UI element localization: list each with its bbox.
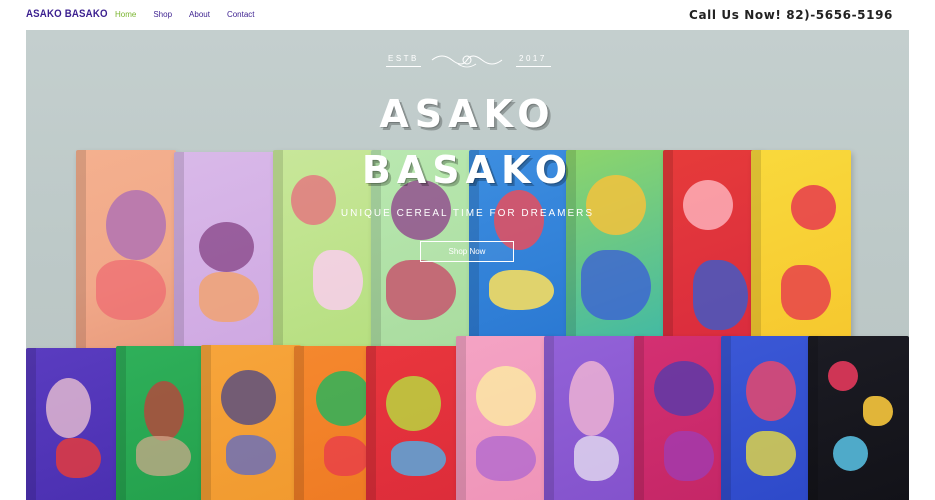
cereal-box-image bbox=[116, 346, 208, 500]
cereal-box-image bbox=[721, 336, 821, 500]
shop-now-button[interactable]: Shop Now bbox=[420, 241, 514, 262]
hero-tagline: UNIQUE CEREAL TIME FOR DREAMERS bbox=[340, 208, 595, 219]
phone-number: Call Us Now! 82)-5656-5196 bbox=[689, 8, 893, 22]
estb-year: 2017 bbox=[519, 54, 547, 63]
ornament-icon bbox=[431, 55, 503, 68]
divider-line bbox=[386, 66, 421, 67]
site-logo[interactable]: ASAKO BASAKO bbox=[26, 8, 108, 20]
hero-banner: ESTB 2017 ASAKO BASAKO UNIQUE CEREAL TIM… bbox=[26, 30, 909, 500]
established-line: ESTB 2017 bbox=[26, 50, 909, 70]
cereal-box-image bbox=[456, 336, 556, 500]
main-nav: Home Shop About Contact bbox=[115, 10, 272, 19]
divider-line bbox=[516, 66, 551, 67]
cereal-box-image bbox=[201, 345, 301, 500]
cereal-box-image bbox=[544, 336, 644, 500]
nav-shop[interactable]: Shop bbox=[153, 10, 172, 19]
hero-title-line2: BASAKO bbox=[361, 148, 574, 192]
nav-home[interactable]: Home bbox=[115, 10, 136, 19]
site-header: ASAKO BASAKO Home Shop About Contact Cal… bbox=[0, 0, 935, 30]
cereal-box-image bbox=[26, 348, 118, 500]
cereal-box-image bbox=[366, 346, 466, 500]
cereal-box-image bbox=[808, 336, 909, 500]
estb-label: ESTB bbox=[388, 54, 419, 63]
nav-contact[interactable]: Contact bbox=[227, 10, 255, 19]
nav-about[interactable]: About bbox=[189, 10, 210, 19]
cereal-box-image bbox=[634, 336, 734, 500]
hero-title-line1: ASAKO bbox=[379, 92, 556, 136]
